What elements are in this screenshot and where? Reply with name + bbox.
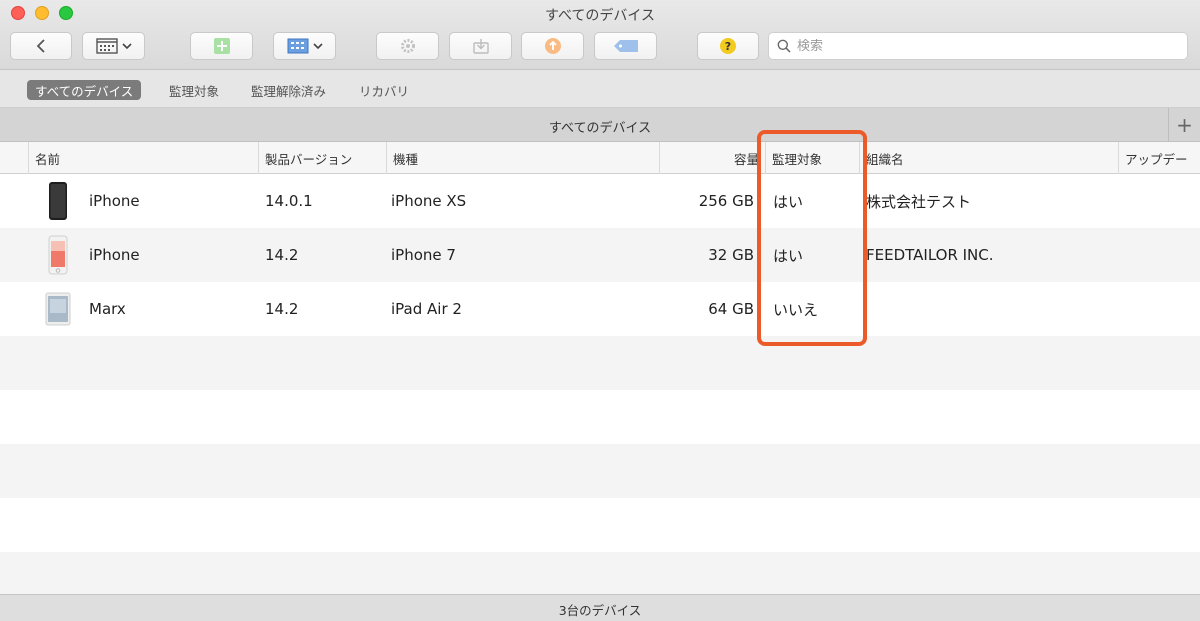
table-row[interactable]: iPhone 14.0.1 iPhone XS 256 GB はい 株式会社テス…	[0, 174, 1200, 228]
calendar-view-button[interactable]	[82, 32, 145, 60]
upload-icon	[544, 38, 561, 54]
device-version: 14.0.1	[265, 192, 313, 210]
chevron-down-icon	[121, 43, 132, 50]
device-model: iPad Air 2	[391, 300, 462, 318]
device-table: iPhone 14.0.1 iPhone XS 256 GB はい 株式会社テス…	[0, 174, 1200, 594]
window-title: すべてのデバイス	[544, 8, 656, 24]
search-input[interactable]	[797, 38, 1177, 54]
empty-row	[0, 498, 1200, 552]
column-header-capacity[interactable]: 容量	[659, 142, 765, 174]
calendar-view-icon	[95, 38, 118, 54]
search-icon	[777, 39, 791, 53]
device-version: 14.2	[265, 246, 299, 264]
supervised-column-highlight	[757, 130, 867, 346]
chevron-left-icon	[36, 39, 45, 53]
device-count: 3台のデバイス	[558, 603, 642, 618]
grid-view-icon	[287, 38, 308, 54]
back-button[interactable]	[10, 32, 72, 60]
window-toolbar: すべてのデバイス ? 検索	[0, 0, 1200, 70]
download-icon	[472, 39, 489, 54]
device-capacity: 256 GB	[698, 192, 754, 210]
device-organization: 株式会社テスト	[866, 192, 972, 211]
tag-button[interactable]	[594, 32, 657, 60]
column-header-name[interactable]: 名前	[28, 142, 258, 174]
grid-view-button[interactable]	[273, 32, 336, 60]
search-field[interactable]	[768, 32, 1188, 60]
svg-text:?: ?	[725, 40, 731, 53]
ipad-air-thumbnail	[45, 292, 71, 326]
device-model: iPhone XS	[391, 192, 467, 210]
table-row[interactable]: Marx 14.2 iPad Air 2 64 GB いいえ	[0, 282, 1200, 336]
iphone-xs-thumbnail	[49, 182, 67, 220]
column-header-organization[interactable]: 組織名	[859, 142, 1118, 174]
help-icon: ?	[720, 38, 736, 54]
scope-tab-unsupervised[interactable]: 監理解除済み	[243, 80, 334, 100]
table-header: 名前 製品バージョン 機種 容量 監理対象 組織名 アップデー	[0, 142, 1200, 174]
actions-button[interactable]	[376, 32, 439, 60]
gear-icon	[400, 39, 415, 53]
scope-tab-recovery[interactable]: リカバリ	[351, 80, 417, 100]
device-name: Marx	[89, 300, 126, 318]
help-button[interactable]: ?	[697, 32, 759, 60]
scope-tab-supervised[interactable]: 監理対象	[161, 80, 227, 100]
table-row[interactable]: iPhone 14.2 iPhone 7 32 GB はい FEEDTAILOR…	[0, 228, 1200, 282]
tag-icon	[613, 40, 638, 52]
download-button[interactable]	[449, 32, 512, 60]
empty-row	[0, 336, 1200, 390]
status-bar: 3台のデバイス	[0, 594, 1200, 621]
device-capacity: 64 GB	[708, 300, 754, 318]
device-organization: FEEDTAILOR INC.	[866, 246, 994, 264]
empty-row	[0, 390, 1200, 444]
scope-tab-all-devices[interactable]: すべてのデバイス	[27, 80, 142, 100]
device-name: iPhone	[89, 192, 140, 210]
device-version: 14.2	[265, 300, 299, 318]
add-device-button[interactable]	[190, 32, 253, 60]
device-name: iPhone	[89, 246, 140, 264]
device-capacity: 32 GB	[708, 246, 754, 264]
group-header: すべてのデバイス +	[0, 108, 1200, 142]
column-header-update[interactable]: アップデー	[1118, 142, 1200, 174]
empty-row	[0, 444, 1200, 498]
empty-row	[0, 552, 1200, 594]
device-model: iPhone 7	[391, 246, 456, 264]
iphone-7-thumbnail	[48, 235, 68, 275]
group-title: すべてのデバイス	[548, 121, 652, 136]
column-header-version[interactable]: 製品バージョン	[258, 142, 386, 174]
add-group-button[interactable]: +	[1168, 108, 1200, 142]
update-button[interactable]	[521, 32, 584, 60]
chevron-down-icon	[312, 43, 323, 50]
add-icon	[213, 38, 230, 54]
column-header-model[interactable]: 機種	[386, 142, 659, 174]
scope-bar: すべてのデバイス 監理対象 監理解除済み リカバリ	[0, 70, 1200, 108]
